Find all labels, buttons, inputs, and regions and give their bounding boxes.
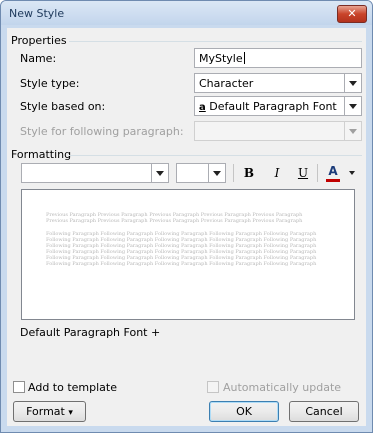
text-caret <box>243 52 245 64</box>
title-bar[interactable]: New Style ✕ <box>1 1 372 25</box>
font-color-letter: A <box>328 164 338 178</box>
add-to-template-label[interactable]: Add to template <box>28 381 117 394</box>
following-paragraph-arrow-icon <box>344 122 361 140</box>
character-style-icon: a <box>199 102 206 113</box>
bold-icon[interactable]: B <box>239 164 259 182</box>
preview-previous-line: Previous Paragraph Previous Paragraph Pr… <box>46 218 303 224</box>
style-type-dropdown-arrow-icon[interactable] <box>344 74 361 92</box>
underline-icon[interactable]: U <box>293 164 313 182</box>
preview-following-line: Following Paragraph Following Paragraph … <box>46 261 317 267</box>
add-to-template-checkbox[interactable] <box>13 381 25 393</box>
properties-group-label: Properties <box>11 34 67 47</box>
based-on-dropdown[interactable]: a Default Paragraph Font <box>194 96 362 116</box>
based-on-value: Default Paragraph Font <box>209 100 337 113</box>
font-size-arrow-icon[interactable] <box>208 164 225 182</box>
font-color-icon[interactable]: A <box>323 162 343 182</box>
name-input[interactable]: MyStyle <box>194 48 362 68</box>
automatically-update-checkbox <box>207 381 219 393</box>
style-type-dropdown[interactable]: Character <box>194 73 362 93</box>
format-button[interactable]: Format ▾ <box>13 401 86 422</box>
format-dropdown-icon: ▾ <box>68 408 73 418</box>
style-type-value: Character <box>199 77 254 90</box>
based-on-dropdown-arrow-icon[interactable] <box>344 97 361 115</box>
style-preview: Previous Paragraph Previous Paragraph Pr… <box>21 189 355 320</box>
name-label-text: Name: <box>20 52 57 65</box>
close-button[interactable]: ✕ <box>337 5 367 23</box>
dialog-client-area: Properties Name: MyStyle Style type: Cha… <box>7 28 366 426</box>
name-input-value: MyStyle <box>199 52 245 65</box>
font-size-combo[interactable] <box>176 163 226 183</box>
properties-divider <box>69 41 362 42</box>
following-paragraph-dropdown <box>194 121 362 141</box>
name-value: MyStyle <box>199 52 243 65</box>
formatting-group-label: Formatting <box>11 148 72 161</box>
italic-icon[interactable]: I <box>267 164 287 182</box>
toolbar-separator <box>317 164 318 182</box>
format-button-label: Format <box>26 405 65 418</box>
style-description: Default Paragraph Font + <box>20 326 161 339</box>
toolbar-separator <box>233 164 234 182</box>
style-type-label: Style type: <box>20 77 80 90</box>
name-label: Name: <box>20 52 56 65</box>
cancel-button[interactable]: Cancel <box>289 401 359 422</box>
following-paragraph-label: Style for following paragraph: <box>20 125 184 138</box>
automatically-update-label: Automatically update <box>223 381 342 394</box>
new-style-dialog: New Style ✕ Properties Name: MyStyle Sty… <box>0 0 373 433</box>
based-on-label: Style based on: <box>20 100 106 113</box>
window-title: New Style <box>9 7 65 20</box>
font-name-arrow-icon[interactable] <box>151 164 168 182</box>
font-color-swatch <box>326 179 340 182</box>
formatting-divider <box>69 155 362 156</box>
based-on-content: a Default Paragraph Font <box>199 100 337 113</box>
ok-button[interactable]: OK <box>209 401 279 422</box>
font-name-combo[interactable] <box>21 163 169 183</box>
font-color-dropdown-icon[interactable] <box>349 171 355 175</box>
